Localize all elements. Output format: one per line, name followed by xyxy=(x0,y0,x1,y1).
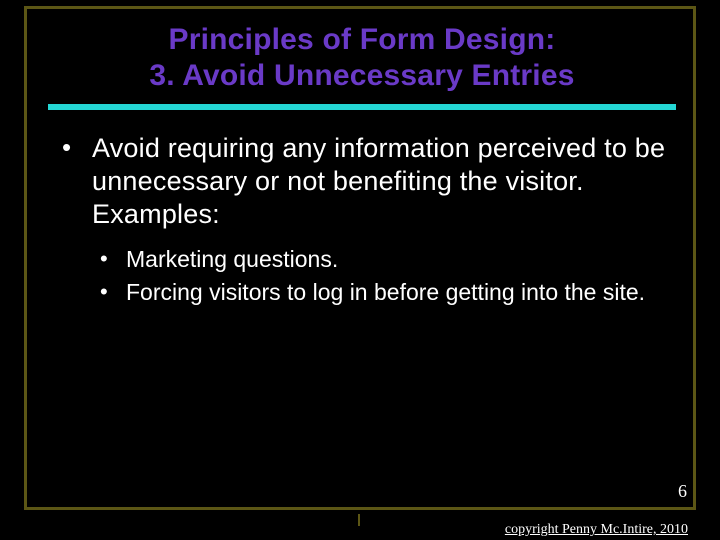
title-line-1: Principles of Form Design: xyxy=(52,22,672,58)
bullet-level2: • Marketing questions. xyxy=(100,245,667,274)
title-line-2: 3. Avoid Unnecessary Entries xyxy=(52,58,672,94)
frame-tick xyxy=(358,514,360,526)
copyright-text: copyright Penny Mc.Intire, 2010 xyxy=(505,522,688,538)
slide: Principles of Form Design: 3. Avoid Unne… xyxy=(0,0,720,540)
slide-title: Principles of Form Design: 3. Avoid Unne… xyxy=(52,22,672,94)
bullet-text: Avoid requiring any information perceive… xyxy=(92,132,667,231)
bullet-text: Forcing visitors to log in before gettin… xyxy=(126,278,645,307)
sub-bullets: • Marketing questions. • Forcing visitor… xyxy=(100,245,667,307)
bullet-dot-icon: • xyxy=(100,278,126,307)
bullet-text: Marketing questions. xyxy=(126,245,338,274)
bullet-level2: • Forcing visitors to log in before gett… xyxy=(100,278,667,307)
page-number: 6 xyxy=(678,481,687,502)
bullet-dot-icon: • xyxy=(100,245,126,274)
slide-body: • Avoid requiring any information percei… xyxy=(62,132,667,310)
bullet-level1: • Avoid requiring any information percei… xyxy=(62,132,667,231)
bullet-dot-icon: • xyxy=(62,132,92,231)
title-underline xyxy=(48,104,676,110)
